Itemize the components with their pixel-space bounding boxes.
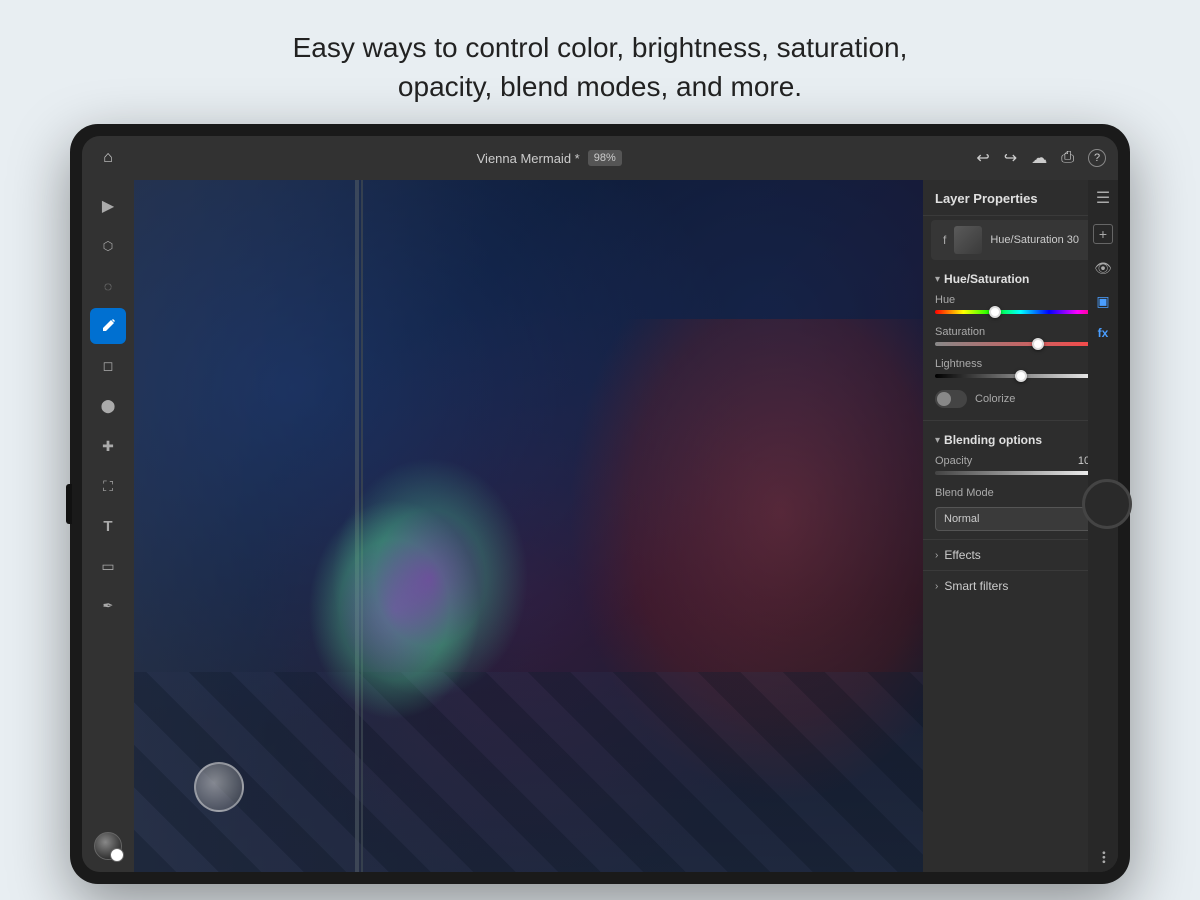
lightness-label: Lightness: [935, 358, 982, 370]
tablet-screen: ⌂ Vienna Mermaid * 98% ↩ ↪ ☁ ⎙ ? ▶ ⬡ ◌: [82, 136, 1118, 872]
tool-pen[interactable]: ✒: [90, 588, 126, 624]
tool-transform[interactable]: ⬡: [90, 228, 126, 264]
main-area: ▶ ⬡ ◌ ◻ ⬤ ✚ ⛶ T ▭ ✒: [82, 180, 1118, 872]
hue-thumb: [989, 306, 1001, 318]
home-button[interactable]: ⌂: [94, 144, 122, 172]
undo-icon[interactable]: ↩: [976, 148, 989, 168]
panel-title: Layer Properties: [935, 191, 1038, 206]
top-bar: ⌂ Vienna Mermaid * 98% ↩ ↪ ☁ ⎙ ?: [82, 136, 1118, 180]
tagline: Easy ways to control color, brightness, …: [273, 0, 928, 124]
top-bar-actions: ↩ ↪ ☁ ⎙ ?: [976, 148, 1106, 168]
saturation-label: Saturation: [935, 326, 985, 338]
file-name: Vienna Mermaid *: [477, 151, 580, 166]
top-bar-center: Vienna Mermaid * 98%: [122, 150, 976, 166]
home-icon: ⌂: [103, 149, 113, 167]
colorize-label: Colorize: [975, 393, 1015, 405]
eye-icon[interactable]: 👁: [1094, 260, 1112, 277]
right-panel-wrapper: Layer Properties ☰ f Hue/Saturation 30: [923, 180, 1118, 872]
tool-lasso[interactable]: ◌: [90, 268, 126, 304]
add-layer-icon[interactable]: +: [1093, 224, 1113, 244]
side-icons-panel: ☰ + 👁 ▣ fx •••: [1088, 180, 1118, 872]
cloud-icon[interactable]: ☁: [1031, 148, 1047, 168]
left-toolbar: ▶ ⬡ ◌ ◻ ⬤ ✚ ⛶ T ▭ ✒: [82, 180, 134, 872]
redo-icon[interactable]: ↪: [1004, 148, 1017, 168]
tool-text[interactable]: T: [90, 508, 126, 544]
tool-image[interactable]: ▭: [90, 548, 126, 584]
hue-label-row: Hue -50: [935, 294, 1106, 306]
layers-icon[interactable]: ☰: [1096, 188, 1110, 208]
lightness-thumb: [1015, 370, 1027, 382]
tool-brush[interactable]: [90, 308, 126, 344]
tagline-line1: Easy ways to control color, brightness, …: [293, 28, 908, 67]
layer-visibility[interactable]: f: [943, 233, 946, 247]
color-picker[interactable]: [90, 828, 126, 864]
layer-name: Hue/Saturation 30: [990, 234, 1098, 246]
hue-slider[interactable]: [935, 310, 1106, 314]
saturation-slider[interactable]: [935, 342, 1106, 346]
opacity-label-row: Opacity 100%: [935, 455, 1106, 467]
effects-label: Effects: [944, 548, 980, 562]
opacity-slider[interactable]: [935, 471, 1106, 475]
more-icon[interactable]: •••: [1098, 851, 1109, 865]
smart-filters-label: Smart filters: [944, 579, 1008, 593]
blend-mode-select[interactable]: Normal Multiply Screen Overlay Soft Ligh…: [935, 507, 1106, 531]
layer-item[interactable]: f Hue/Saturation 30: [931, 220, 1110, 260]
blend-mode-row: Blend Mode: [923, 483, 1118, 507]
hue-saturation-title: Hue/Saturation: [944, 272, 1029, 286]
blend-mode-select-wrapper[interactable]: Normal Multiply Screen Overlay Soft Ligh…: [935, 507, 1106, 531]
fx-icon[interactable]: fx: [1098, 326, 1109, 340]
mask-icon[interactable]: ▣: [1096, 293, 1109, 310]
hue-saturation-chevron: ▾: [935, 274, 940, 285]
smart-filters-chevron: ›: [935, 581, 938, 592]
saturation-label-row: Saturation 25: [935, 326, 1106, 338]
saturation-thumb: [1032, 338, 1044, 350]
tool-healing[interactable]: ✚: [90, 428, 126, 464]
lightness-slider[interactable]: [935, 374, 1106, 378]
canvas-image: [134, 180, 923, 872]
tool-eraser[interactable]: ◻: [90, 348, 126, 384]
tagline-line2: opacity, blend modes, and more.: [293, 67, 908, 106]
blending-title: Blending options: [944, 433, 1042, 447]
effects-chevron: ›: [935, 550, 938, 561]
layer-thumbnail: [954, 226, 982, 254]
share-icon[interactable]: ⎙: [1061, 149, 1074, 167]
opacity-label: Opacity: [935, 455, 972, 467]
blend-mode-label-row: Blend Mode: [935, 487, 1106, 499]
canvas-area[interactable]: [134, 180, 923, 872]
lightness-label-row: Lightness 0: [935, 358, 1106, 370]
blending-chevron: ▾: [935, 435, 940, 446]
tool-select[interactable]: ▶: [90, 188, 126, 224]
tablet-frame: ⌂ Vienna Mermaid * 98% ↩ ↪ ☁ ⎙ ? ▶ ⬡ ◌: [70, 124, 1130, 884]
colorize-toggle[interactable]: [935, 390, 967, 408]
tool-paint-bucket[interactable]: ⬤: [90, 388, 126, 424]
toggle-knob: [937, 392, 951, 406]
hue-label: Hue: [935, 294, 955, 306]
zoom-badge: 98%: [588, 150, 622, 166]
tool-crop[interactable]: ⛶: [90, 468, 126, 504]
blend-mode-label: Blend Mode: [935, 487, 994, 499]
help-icon[interactable]: ?: [1088, 149, 1106, 167]
